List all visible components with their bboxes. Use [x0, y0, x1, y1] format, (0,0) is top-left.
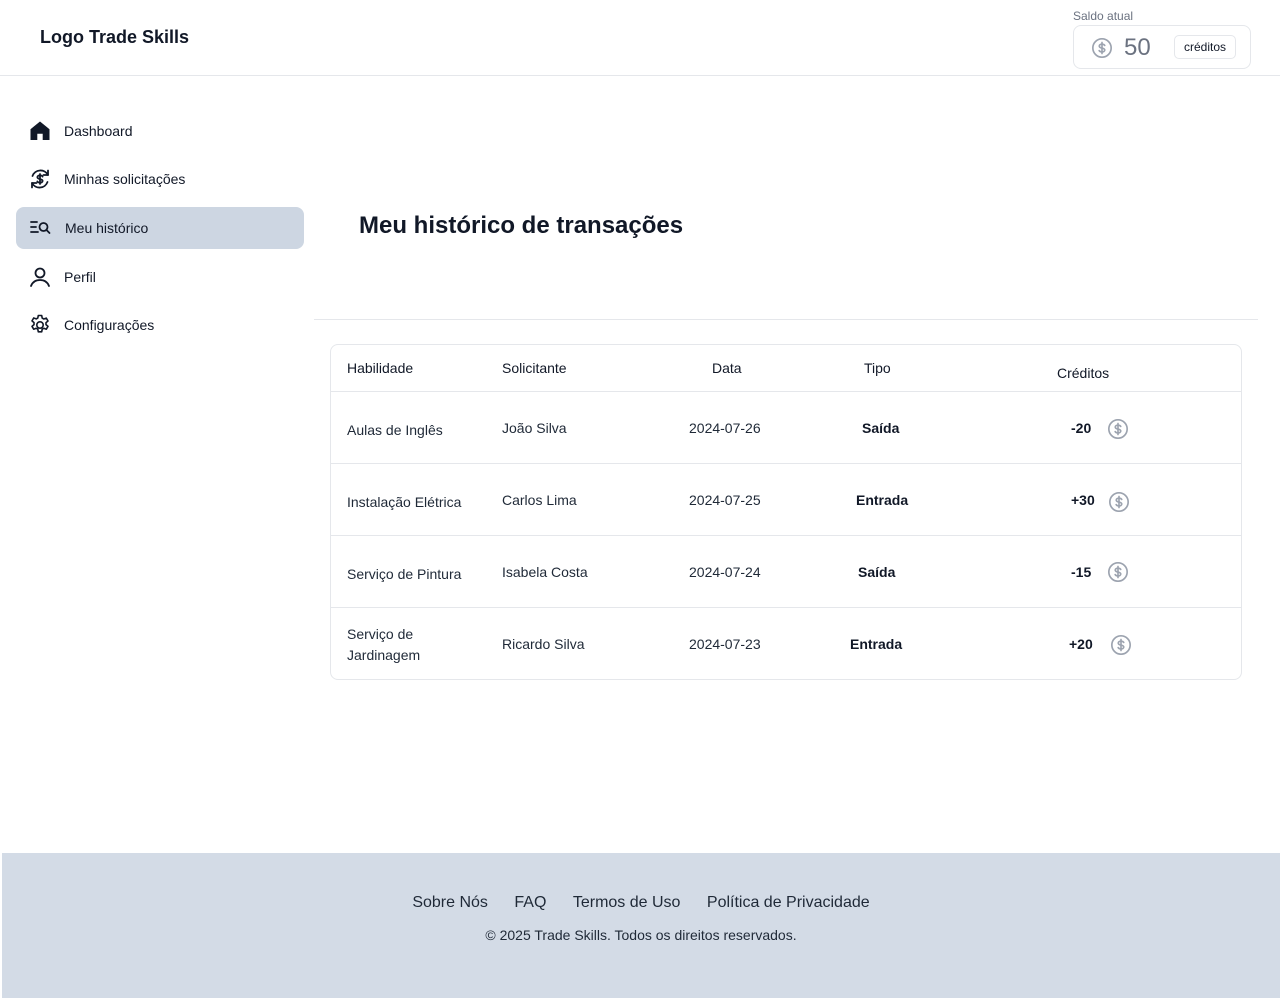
cell-tipo: Entrada	[856, 492, 909, 508]
cell-data: 2024-07-25	[689, 492, 761, 508]
cell-creditos: +20	[1069, 636, 1093, 652]
table-row[interactable]: Aulas de Inglês João Silva 2024-07-26 Sa…	[331, 392, 1241, 464]
column-header-tipo: Tipo	[864, 360, 891, 376]
table-row[interactable]: Serviço de Pintura Isabela Costa 2024-07…	[331, 536, 1241, 608]
balance-widget: 50 créditos	[1073, 25, 1251, 69]
footer: Sobre Nós FAQ Termos de Uso Política de …	[2, 853, 1280, 998]
footer-link-privacidade[interactable]: Política de Privacidade	[707, 894, 870, 911]
table-header: Habilidade Solicitante Data Tipo Crédito…	[331, 345, 1241, 392]
cell-data: 2024-07-26	[689, 420, 761, 436]
cell-habilidade: Serviço de Jardinagem	[347, 626, 421, 663]
balance-value: 50	[1124, 34, 1151, 61]
sidebar-item-meu-historico[interactable]: Meu histórico	[16, 207, 304, 249]
home-icon	[30, 121, 50, 140]
cell-creditos: +30	[1071, 492, 1095, 508]
user-icon	[30, 267, 50, 287]
cell-solicitante: Ricardo Silva	[502, 636, 585, 652]
cell-creditos: -15	[1071, 564, 1092, 580]
sidebar-item-label: Configurações	[64, 317, 155, 333]
sidebar-item-minhas-solicitacoes[interactable]: Minhas solicitações	[16, 158, 304, 200]
table-row[interactable]: Serviço de Jardinagem Ricardo Silva 2024…	[331, 608, 1241, 679]
dollar-exchange-icon	[31, 169, 49, 189]
footer-link-termos[interactable]: Termos de Uso	[573, 894, 681, 911]
sidebar-item-label: Meu histórico	[65, 220, 149, 236]
coin-icon	[1111, 635, 1131, 655]
page-title: Meu histórico de transações	[359, 212, 684, 239]
sidebar-item-configuracoes[interactable]: Configurações	[16, 304, 304, 346]
coin-icon	[1108, 419, 1128, 439]
footer-link-faq[interactable]: FAQ	[514, 894, 546, 911]
cell-habilidade: Instalação Elétrica	[347, 494, 462, 510]
coin-icon	[1109, 492, 1129, 512]
footer-links: Sobre Nós FAQ Termos de Uso Política de …	[2, 894, 1280, 912]
coin-icon	[1092, 38, 1112, 58]
column-header-data: Data	[712, 360, 742, 376]
cell-habilidade: Serviço de Pintura	[347, 566, 462, 582]
copyright: © 2025 Trade Skills. Todos os direitos r…	[485, 927, 797, 943]
column-header-habilidade: Habilidade	[347, 360, 414, 376]
cell-habilidade: Aulas de Inglês	[347, 422, 443, 438]
list-search-icon	[30, 221, 51, 234]
balance-unit-badge: créditos	[1174, 35, 1237, 59]
sidebar-item-label: Minhas solicitações	[64, 171, 186, 187]
coin-icon	[1108, 562, 1128, 582]
footer-link-sobre-nos[interactable]: Sobre Nós	[412, 894, 488, 911]
balance-label: Saldo atual	[1073, 9, 1134, 23]
transactions-table: Habilidade Solicitante Data Tipo Crédito…	[330, 344, 1242, 680]
table-row[interactable]: Instalação Elétrica Carlos Lima 2024-07-…	[331, 464, 1241, 536]
top-header: Logo Trade Skills Saldo atual 50 crédito…	[0, 0, 1280, 76]
sidebar-item-label: Perfil	[64, 269, 96, 285]
sidebar-item-perfil[interactable]: Perfil	[16, 256, 304, 298]
logo[interactable]: Logo Trade Skills	[40, 27, 189, 48]
cell-tipo: Saída	[858, 564, 896, 580]
sidebar-item-label: Dashboard	[64, 123, 133, 139]
cell-tipo: Saída	[862, 420, 900, 436]
cell-tipo: Entrada	[850, 636, 903, 652]
cell-creditos: -20	[1071, 420, 1092, 436]
gear-icon	[31, 314, 49, 333]
divider	[314, 319, 1258, 320]
cell-solicitante: Isabela Costa	[502, 564, 588, 580]
column-header-solicitante: Solicitante	[502, 360, 567, 376]
cell-solicitante: João Silva	[502, 420, 567, 436]
cell-data: 2024-07-24	[689, 564, 761, 580]
cell-solicitante: Carlos Lima	[502, 492, 577, 508]
sidebar-item-dashboard[interactable]: Dashboard	[16, 110, 304, 152]
cell-data: 2024-07-23	[689, 636, 761, 652]
column-header-creditos: Créditos	[1057, 365, 1110, 381]
